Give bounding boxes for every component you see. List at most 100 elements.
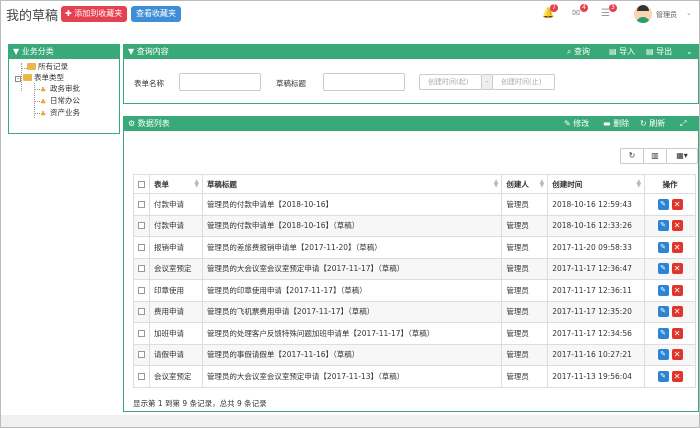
edit-row-icon[interactable]: ✎ [657,263,669,275]
row-checkbox[interactable] [138,286,145,294]
row-checkbox[interactable] [138,265,145,273]
edit-row-icon[interactable]: ✎ [657,198,669,210]
row-checkbox[interactable] [138,308,145,316]
refresh-button[interactable]: ↻ 刷新 [640,117,665,131]
edit-row-icon[interactable]: ✎ [657,370,669,382]
task-icon[interactable]: ☰ 3 [601,4,617,20]
delete-row-icon[interactable]: ✕ [671,327,683,339]
delete-row-icon[interactable]: ✕ [671,263,683,275]
cell-created-time: 2018-10-16 12:59:43 [547,193,646,216]
delete-row-icon[interactable]: ✕ [671,241,683,253]
select-all-checkbox[interactable] [138,180,145,188]
table-row[interactable]: 付款申请 管理员的付款申请单【2018-10-16】 管理员 2018-10-16 1… [133,193,696,216]
row-checkbox[interactable] [138,351,145,359]
row-checkbox-cell[interactable] [133,300,150,323]
column-header-creator[interactable]: 创建人 ▲ ▼ [501,174,549,194]
row-checkbox[interactable] [138,200,145,208]
table-row[interactable]: 会议室预定 管理员的大会议室会议室预定申请【2017-11-13】（草稿） 管理员 2… [133,365,696,388]
date-end-input[interactable]: 创建时间(止) [492,74,555,90]
row-checkbox-cell[interactable] [133,257,150,280]
cell-creator: 管理员 [501,236,549,259]
bell-icon[interactable]: 🔔 7 [542,4,558,20]
toggle-view-icon[interactable]: ▥ [644,149,667,163]
column-header-form[interactable]: 表单 ▲ ▼ [149,174,203,194]
table-refresh-icon[interactable]: ↻ [621,149,644,163]
row-checkbox-cell[interactable] [133,193,150,216]
row-checkbox-cell[interactable] [133,214,150,237]
table-row[interactable]: 费用申请 管理员的飞机票费用申请【2017-11-17】（草稿） 管理员 2017-1… [133,300,696,323]
edit-row-icon[interactable]: ✎ [657,327,669,339]
row-checkbox[interactable] [138,329,145,337]
tree-item-gov-approval[interactable]: ♣ 政务审批 [40,84,80,94]
form-name-input[interactable] [179,73,261,91]
cell-creator: 管理员 [501,193,549,216]
collapse-icon[interactable]: - [15,76,21,82]
delete-row-icon[interactable]: ✕ [671,370,683,382]
delete-row-icon[interactable]: ✕ [671,306,683,318]
query-button[interactable]: ⌕ 查询 [567,45,590,59]
cell-actions: ✎ ✕ [644,365,696,388]
avatar[interactable] [634,5,652,23]
category-panel: ▼ 业务分类 所有记录 - 表单类型 ♣ 政务审批 ♣ 日常办公 ♣ 资产业务 [8,44,120,134]
tree-item-form-types[interactable]: - 表单类型 [15,73,64,83]
cell-title: 管理员的大会议室会议室预定申请【2017-11-17】（草稿） [201,257,503,280]
table-row[interactable]: 付款申请 管理员的付款申请单【2018-10-16】（草稿） 管理员 2018-10-… [133,214,696,237]
tree-item-asset[interactable]: ♣ 资产业务 [40,108,80,118]
row-checkbox-cell[interactable] [133,343,150,366]
draft-title-input[interactable] [323,73,405,91]
row-checkbox[interactable] [138,372,145,380]
data-list-title: 数据列表 [137,119,170,128]
group-icon: ♣ [40,110,47,118]
edit-row-icon[interactable]: ✎ [657,306,669,318]
tree-item-daily-office[interactable]: ♣ 日常办公 [40,96,80,106]
tree-item-all[interactable]: 所有记录 [27,62,68,72]
delete-row-icon[interactable]: ✕ [671,220,683,232]
column-header-title[interactable]: 草稿标题 ▲ ▼ [201,174,503,194]
delete-row-icon[interactable]: ✕ [671,198,683,210]
edit-row-icon[interactable]: ✎ [657,349,669,361]
chevron-down-icon[interactable]: ⌄ [686,9,692,17]
table-row[interactable]: 会议室预定 管理员的大会议室会议室预定申请【2017-11-17】（草稿） 管理员 2… [133,257,696,280]
delete-button[interactable]: ▬ 删除 [603,117,629,131]
table-row[interactable]: 报销申请 管理员的差旅费报销申请单【2017-11-20】（草稿） 管理员 2017-… [133,236,696,259]
tree-item-gov-approval-label: 政务审批 [50,84,80,93]
row-checkbox-cell[interactable] [133,236,150,259]
table-row[interactable]: 加班申请 管理员的处理客户反馈特殊问题加班申请单【2017-11-17】（草稿）管… [133,322,696,345]
date-start-input[interactable]: 创建时间(起) [419,74,482,90]
column-header-form-label: 表单 [154,179,169,189]
collapse-panel-icon[interactable]: ⌄ [686,45,693,59]
row-checkbox[interactable] [138,222,145,230]
row-checkbox-cell[interactable] [133,279,150,302]
columns-dropdown-icon[interactable]: ▦▾ [667,149,697,163]
row-checkbox[interactable] [138,243,145,251]
query-panel: ▼ 查询内容 ⌕ 查询 ▤ 导入 ▤ 导出 ⌄ 表单名称 草稿标题 创建时间(起… [123,44,699,104]
delete-row-icon[interactable]: ✕ [671,349,683,361]
mail-icon[interactable]: ✉ 4 [572,4,588,20]
edit-row-icon[interactable]: ✎ [657,241,669,253]
mail-badge: 4 [580,4,588,12]
edit-row-icon[interactable]: ✎ [657,284,669,296]
edit-row-icon[interactable]: ✎ [657,220,669,232]
view-favorites-button[interactable]: 查看收藏夹 [131,6,181,22]
fullscreen-icon[interactable]: ⤢ [680,117,686,131]
table-row[interactable]: 请假申请 管理员的事假请假单【2017-11-16】（草稿） 管理员 2017-11-… [133,343,696,366]
category-tree: 所有记录 - 表单类型 ♣ 政务审批 ♣ 日常办公 ♣ 资产业务 [9,59,119,118]
category-panel-header: ▼ 业务分类 [9,45,119,59]
column-header-actions: 操作 [644,174,696,194]
row-checkbox-cell[interactable] [133,322,150,345]
row-checkbox-cell[interactable] [133,365,150,388]
cell-created-time: 2017-11-17 12:36:11 [547,279,646,302]
cell-creator: 管理员 [501,279,549,302]
add-to-favorites-button[interactable]: ✚ 添加到收藏夹 [61,6,128,22]
table-row[interactable]: 印章使用 管理员的印章使用申请【2017-11-17】（草稿） 管理员 2017-11… [133,279,696,302]
table-body: 付款申请 管理员的付款申请单【2018-10-16】 管理员 2018-10-16 1… [133,193,696,388]
delete-row-icon[interactable]: ✕ [671,284,683,296]
select-all-checkbox-cell[interactable] [133,174,150,194]
cell-title: 管理员的飞机票费用申请【2017-11-17】（草稿） [201,300,503,323]
user-name[interactable]: 管理员 [656,10,677,20]
export-button[interactable]: ▤ 导出 [646,45,672,59]
column-header-created-time[interactable]: 创建时间 ▲ ▼ [547,174,646,194]
edit-button[interactable]: ✎ 修改 [564,117,589,131]
import-button[interactable]: ▤ 导入 [609,45,635,59]
task-badge: 3 [609,4,617,12]
